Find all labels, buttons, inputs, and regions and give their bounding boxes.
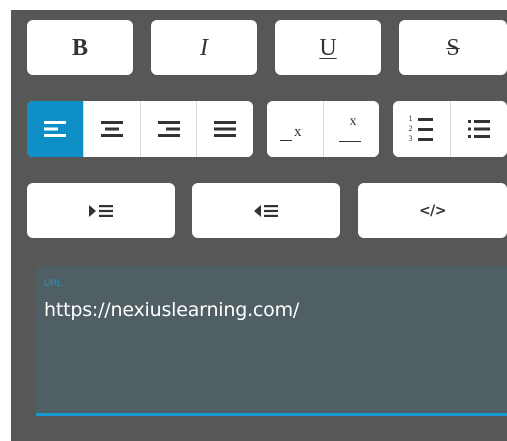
outdent-button[interactable] bbox=[192, 183, 340, 238]
bold-label: B bbox=[71, 34, 88, 61]
subscript-button[interactable]: x bbox=[267, 101, 323, 157]
align-left-icon bbox=[44, 121, 66, 137]
list-group: 1 2 3 bbox=[393, 101, 507, 157]
superscript-button[interactable]: x bbox=[323, 101, 379, 157]
code-label: </> bbox=[418, 202, 447, 219]
bullet-list-icon bbox=[468, 120, 490, 138]
indent-icon bbox=[89, 204, 113, 217]
underline-label: U bbox=[319, 34, 337, 61]
align-center-icon bbox=[101, 121, 123, 137]
url-field-label: URL bbox=[44, 278, 63, 288]
superscript-icon: x bbox=[337, 114, 367, 144]
align-center-button[interactable] bbox=[83, 101, 140, 157]
align-justify-icon bbox=[214, 121, 236, 137]
outdent-icon bbox=[254, 204, 278, 217]
italic-button[interactable]: I bbox=[151, 20, 257, 75]
subscript-icon: x bbox=[280, 116, 310, 142]
align-justify-button[interactable] bbox=[196, 101, 253, 157]
url-field-value[interactable]: https://nexiuslearning.com/ bbox=[44, 299, 299, 321]
ordered-marker-3: 3 bbox=[408, 134, 413, 143]
code-button[interactable]: </> bbox=[358, 183, 507, 238]
script-group: x x bbox=[267, 101, 379, 157]
strikethrough-button[interactable]: S bbox=[399, 20, 507, 75]
align-right-button[interactable] bbox=[140, 101, 196, 157]
alignment-group bbox=[27, 101, 253, 157]
underline-button[interactable]: U bbox=[275, 20, 381, 75]
ordered-marker-2: 2 bbox=[408, 124, 413, 133]
ordered-list-icon: 1 2 3 bbox=[409, 114, 435, 144]
italic-label: I bbox=[200, 34, 208, 61]
url-field[interactable]: URL https://nexiuslearning.com/ bbox=[36, 266, 507, 416]
align-left-button[interactable] bbox=[27, 101, 83, 157]
subscript-label: x bbox=[294, 124, 302, 140]
indent-button[interactable] bbox=[27, 183, 175, 238]
ordered-list-button[interactable]: 1 2 3 bbox=[393, 101, 450, 157]
ordered-marker-1: 1 bbox=[408, 114, 413, 123]
superscript-label: x bbox=[349, 114, 357, 129]
strikethrough-label: S bbox=[446, 34, 460, 61]
align-right-icon bbox=[157, 121, 180, 137]
bold-button[interactable]: B bbox=[27, 20, 133, 75]
bullet-list-button[interactable] bbox=[450, 101, 507, 157]
